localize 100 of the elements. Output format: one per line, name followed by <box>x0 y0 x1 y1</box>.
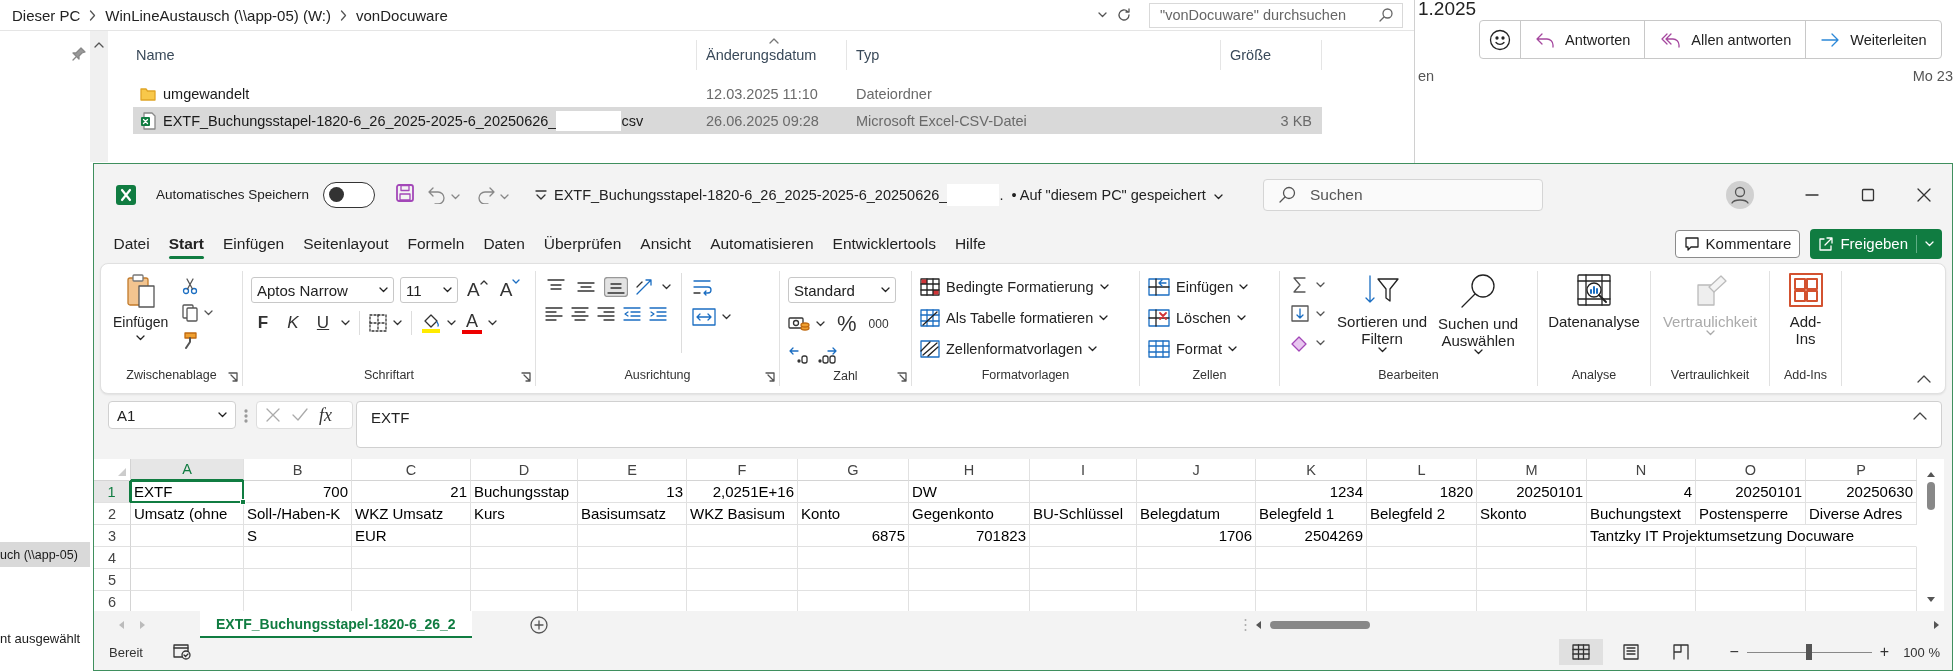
autosave-toggle[interactable] <box>323 181 376 208</box>
insert-function-button[interactable]: fx <box>319 404 332 426</box>
chevron-down-icon[interactable] <box>722 314 731 320</box>
zoom-in-button[interactable]: + <box>1879 643 1890 661</box>
chevron-down-icon[interactable] <box>816 321 825 327</box>
fill-bucket-icon[interactable] <box>421 313 441 333</box>
ribbon-button[interactable]: Add-Ins <box>1781 273 1830 347</box>
ribbon-button[interactable]: Bedingte Formatierung <box>920 275 1109 299</box>
nav-item[interactable]: uch (\\app-05) <box>0 542 90 567</box>
number-format-dropdown[interactable]: Standard <box>788 277 896 303</box>
column-header[interactable]: Name <box>136 47 175 63</box>
ribbon-button[interactable]: Format <box>1148 337 1249 361</box>
zoom-slider-thumb[interactable] <box>1806 644 1813 660</box>
vertical-scrollbar[interactable] <box>1917 459 1944 611</box>
row-header[interactable]: 2 <box>94 503 131 525</box>
chevron-down-icon[interactable] <box>1213 193 1223 200</box>
dialog-launcher-icon[interactable] <box>765 372 775 382</box>
chevron-up-icon[interactable] <box>1913 412 1927 420</box>
scrollbar-thumb[interactable] <box>1926 482 1935 510</box>
reply-button[interactable]: Antworten <box>1520 21 1645 58</box>
caret-up-icon[interactable] <box>94 41 104 48</box>
column-header[interactable]: C <box>352 459 471 481</box>
chevron-down-icon[interactable] <box>393 320 402 326</box>
scroll-left-icon[interactable] <box>1255 619 1262 630</box>
chevron-up-icon[interactable] <box>1917 375 1931 383</box>
pin-icon[interactable] <box>72 47 86 61</box>
percent-button[interactable]: % <box>837 311 857 337</box>
font-size-dropdown[interactable]: 11 <box>400 277 458 303</box>
checkmark-icon[interactable] <box>291 407 309 423</box>
dialog-launcher-icon[interactable] <box>897 372 907 382</box>
breadcrumb-item[interactable]: vonDocuware <box>356 6 448 24</box>
save-icon[interactable] <box>395 183 416 203</box>
underline-button[interactable]: U <box>311 313 335 333</box>
increase-decimal-icon[interactable] <box>788 345 810 365</box>
name-box[interactable]: A1 <box>108 401 236 429</box>
customize-menu-icon[interactable] <box>535 189 548 200</box>
share-button[interactable]: Freigeben <box>1810 228 1942 259</box>
ribbon-button[interactable]: Einfügen <box>1148 275 1249 299</box>
chevron-down-icon[interactable] <box>1098 12 1107 18</box>
thousands-separator-button[interactable]: 000 <box>868 317 889 331</box>
dialog-launcher-icon[interactable] <box>228 372 238 382</box>
ribbon-tab[interactable]: Automatisieren <box>700 225 824 262</box>
borders-icon[interactable] <box>369 314 387 332</box>
shrink-font-button[interactable]: A <box>496 279 524 301</box>
chevron-down-icon[interactable] <box>341 320 350 326</box>
ribbon-tab[interactable]: Hilfe <box>945 225 996 262</box>
ribbon-tab[interactable]: Start <box>159 225 214 262</box>
column-header[interactable]: I <box>1030 459 1137 481</box>
account-avatar-icon[interactable] <box>1726 180 1754 209</box>
column-header[interactable]: Typ <box>856 47 880 63</box>
scissors-icon[interactable] <box>182 277 199 295</box>
column-header[interactable]: L <box>1367 459 1477 481</box>
close-icon[interactable] <box>1917 187 1931 202</box>
ribbon-tab[interactable]: Formeln <box>398 225 474 262</box>
chevron-down-icon[interactable] <box>1316 311 1325 317</box>
row-header[interactable]: 5 <box>94 569 131 591</box>
font-color-button[interactable]: A <box>462 312 482 334</box>
decrease-decimal-icon[interactable] <box>816 345 838 365</box>
column-header[interactable]: D <box>471 459 578 481</box>
breadcrumb-item[interactable]: WinLineAustausch (\\app-05) (W:) <box>105 6 331 24</box>
accessibility-check-icon[interactable] <box>172 644 193 660</box>
redo-icon[interactable] <box>476 185 497 204</box>
ribbon-button[interactable]: Als Tabelle formatieren <box>920 306 1109 330</box>
column-header[interactable]: G <box>798 459 909 481</box>
align-bottom-icon[interactable] <box>604 277 628 297</box>
search-field[interactable]: Suchen <box>1263 178 1543 211</box>
forward-button[interactable]: Weiterleiten <box>1805 21 1941 58</box>
italic-button[interactable]: K <box>281 313 305 333</box>
ribbon-button[interactable]: Zellenformatvorlagen <box>920 337 1109 361</box>
column-header[interactable]: N <box>1587 459 1696 481</box>
sheet-tab[interactable]: EXTF_Buchungsstapel-1820-6_26_2 <box>200 611 472 638</box>
chevron-down-icon[interactable] <box>488 320 497 326</box>
align-left-icon[interactable] <box>544 305 564 323</box>
fill-down-icon[interactable] <box>1290 304 1310 324</box>
decrease-indent-icon[interactable] <box>622 305 642 323</box>
increase-indent-icon[interactable] <box>648 305 668 323</box>
ribbon-button[interactable]: Sortieren und Filtern <box>1337 273 1428 359</box>
refresh-icon[interactable] <box>1116 7 1132 23</box>
scroll-right-icon[interactable] <box>1933 619 1940 630</box>
scroll-down-icon[interactable] <box>1925 596 1936 603</box>
row-header[interactable]: 3 <box>94 525 131 547</box>
breadcrumb-item[interactable]: Dieser PC <box>12 6 81 24</box>
search-field[interactable]: "vonDocuware" durchsuchen <box>1149 2 1403 28</box>
undo-icon[interactable] <box>427 185 448 204</box>
copy-icon[interactable] <box>182 304 199 322</box>
normal-view-button[interactable] <box>1559 639 1604 665</box>
grow-font-button[interactable]: A <box>464 279 491 301</box>
column-header[interactable]: J <box>1137 459 1256 481</box>
column-header[interactable]: Änderungsdatum <box>706 47 817 63</box>
ribbon-tab[interactable]: Datei <box>104 225 160 262</box>
column-header[interactable]: M <box>1477 459 1587 481</box>
chevron-down-icon[interactable] <box>1316 282 1325 288</box>
vertical-scrollbar[interactable] <box>90 31 108 162</box>
ribbon-tab[interactable]: Ansicht <box>630 225 701 262</box>
row-header[interactable]: 1 <box>94 481 131 503</box>
column-header[interactable]: B <box>244 459 352 481</box>
chevron-down-icon[interactable] <box>204 310 214 316</box>
ribbon-tab[interactable]: Entwicklertools <box>823 225 946 262</box>
chevron-down-icon[interactable] <box>447 320 456 326</box>
plus-circle-icon[interactable] <box>529 615 548 634</box>
